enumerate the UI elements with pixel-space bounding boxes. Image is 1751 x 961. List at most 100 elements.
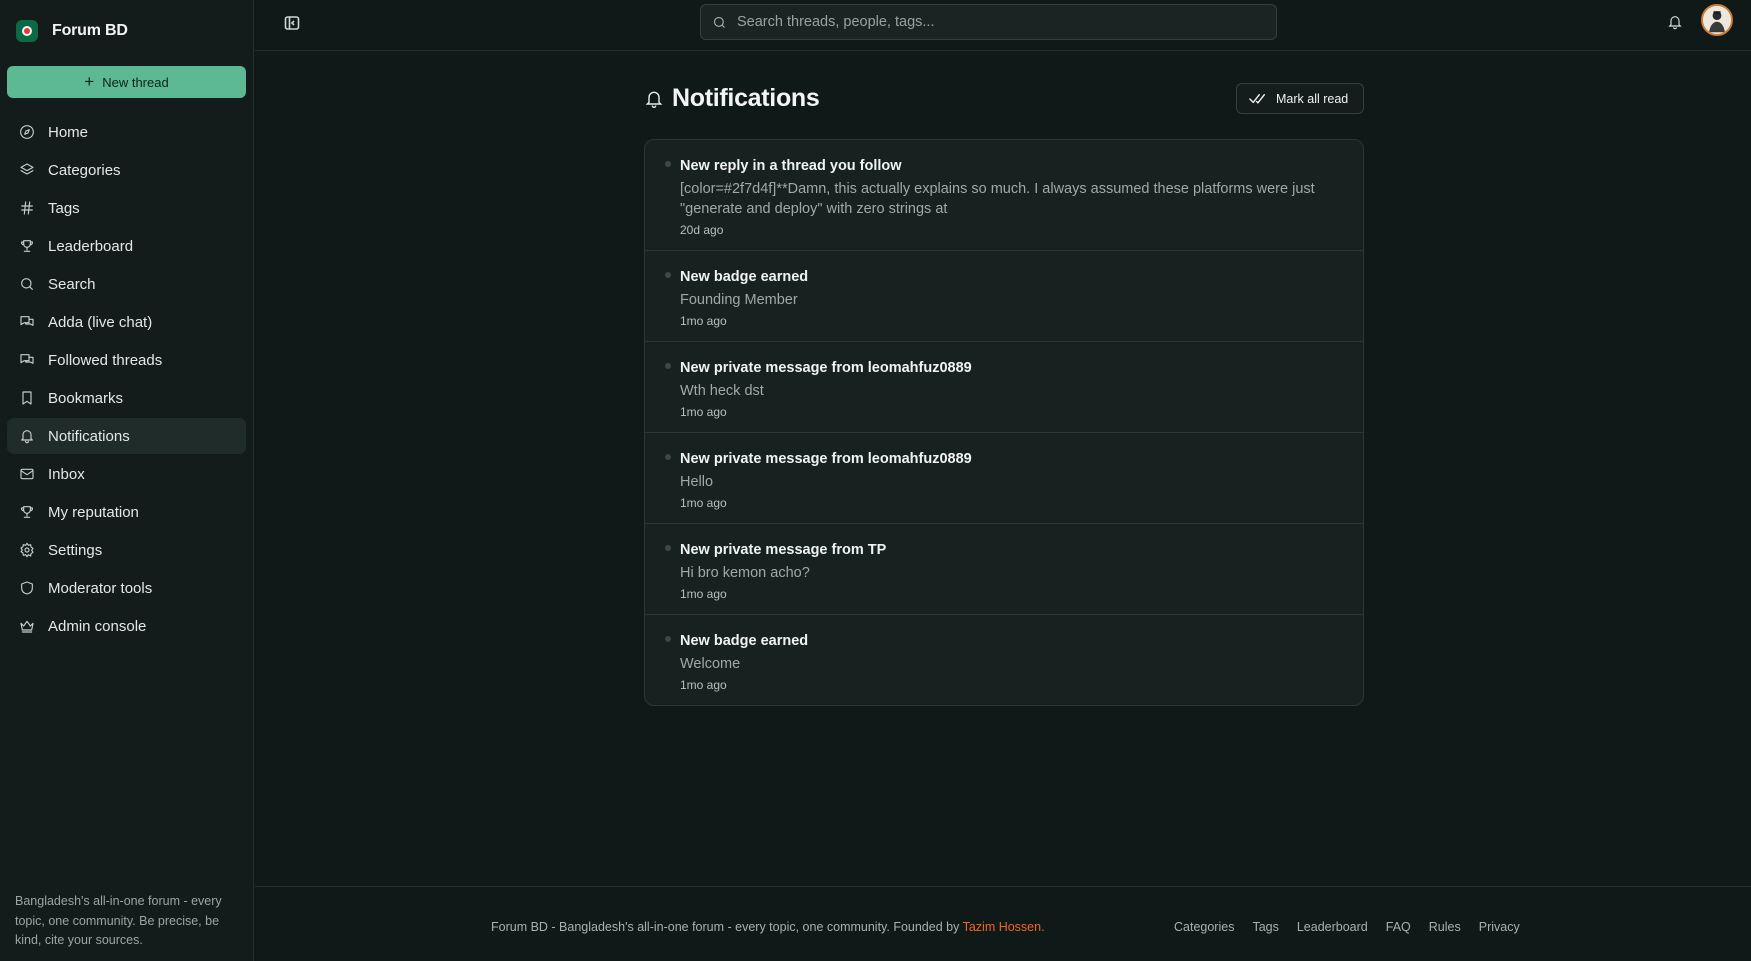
notification-item[interactable]: New private message from TP Hi bro kemon… <box>645 524 1363 615</box>
sidebar-item-settings[interactable]: Settings <box>7 532 246 568</box>
notification-body: Hello <box>680 474 714 490</box>
sidebar-item-bookmarks[interactable]: Bookmarks <box>7 380 246 416</box>
sidebar-item-label: Settings <box>48 541 103 559</box>
mail-icon <box>20 468 34 480</box>
sidebar-item-label: Categories <box>48 161 121 179</box>
sidebar-item-inbox[interactable]: Inbox <box>7 456 246 492</box>
notification-title: New reply in a thread you follow <box>680 158 902 174</box>
unread-dot-icon <box>665 454 671 460</box>
notification-item[interactable]: New badge earned Welcome 1mo ago <box>645 615 1363 705</box>
chat-icon <box>20 316 34 326</box>
notification-title: New badge earned <box>680 269 809 285</box>
notification-title: New private message from leomahfuz0889 <box>680 360 972 376</box>
new-thread-button[interactable]: + New thread <box>7 66 246 98</box>
notification-item[interactable]: New private message from leomahfuz0889 H… <box>645 433 1363 524</box>
mark-all-read-label: Mark all read <box>1276 91 1349 106</box>
search-input[interactable] <box>737 14 1257 30</box>
mark-all-read-button[interactable]: Mark all read <box>1236 83 1364 114</box>
sidebar-item-adda[interactable]: Adda (live chat) <box>7 304 246 340</box>
sidebar-item-followed-threads[interactable]: Followed threads <box>7 342 246 378</box>
bell-icon <box>1668 16 1682 30</box>
bell-icon <box>21 430 33 444</box>
sidebar-item-label: Search <box>48 275 96 293</box>
notification-item[interactable]: New badge earned Founding Member 1mo ago <box>645 251 1363 342</box>
bell-icon <box>645 91 663 108</box>
sidebar-item-label: Leaderboard <box>48 237 134 255</box>
trophy-icon <box>21 240 33 252</box>
sidebar-item-label: Bookmarks <box>48 389 124 407</box>
sidebar-item-label: Moderator tools <box>48 579 153 597</box>
sidebar-item-admin-console[interactable]: Admin console <box>7 608 246 644</box>
compass-icon <box>20 125 34 139</box>
unread-dot-icon <box>665 545 671 551</box>
footer-link-rules[interactable]: Rules <box>1429 920 1461 934</box>
hash-icon <box>21 201 33 215</box>
page-heading: Notifications <box>644 84 820 113</box>
sidebar-item-home[interactable]: Home <box>7 114 246 150</box>
notifications-button[interactable] <box>1667 14 1683 30</box>
notification-body: Founding Member <box>680 292 798 308</box>
notification-time: 20d ago <box>680 223 724 237</box>
layers-icon <box>20 163 34 175</box>
shield-icon <box>21 581 33 595</box>
founder-link[interactable]: Tazim Hossen. <box>963 920 1045 934</box>
footer-link-tags[interactable]: Tags <box>1252 920 1278 934</box>
notification-title: New badge earned <box>680 633 809 649</box>
sidebar-item-label: Inbox <box>48 465 85 483</box>
footer-link-categories[interactable]: Categories <box>1174 920 1234 934</box>
footer-link-privacy[interactable]: Privacy <box>1479 920 1520 934</box>
sidebar-item-label: Followed threads <box>48 351 163 369</box>
footer: Forum BD - Bangladesh's all-in-one forum… <box>255 886 1751 961</box>
notification-body: Hi bro kemon acho? <box>680 565 810 581</box>
notification-item[interactable]: New reply in a thread you follow [color=… <box>645 140 1363 251</box>
topbar <box>255 0 1751 51</box>
sidebar-nav: Home Categories Tags Leaderboard Search … <box>7 114 246 646</box>
sidebar-item-label: Home <box>48 123 89 141</box>
sidebar-item-label: My reputation <box>48 503 139 521</box>
notification-title: New private message from leomahfuz0889 <box>680 451 972 467</box>
sidebar-item-my-reputation[interactable]: My reputation <box>7 494 246 530</box>
trophy-icon <box>21 506 33 518</box>
sidebar-toggle-button[interactable] <box>284 15 300 31</box>
footer-description: Forum BD - Bangladesh's all-in-one forum… <box>491 920 960 934</box>
search-bar[interactable] <box>700 4 1277 40</box>
unread-dot-icon <box>665 636 671 642</box>
sidebar-item-label: Adda (live chat) <box>48 313 153 331</box>
brand[interactable]: Forum BD <box>16 20 128 42</box>
notification-body: Welcome <box>680 656 741 672</box>
chat-icon <box>20 354 34 364</box>
sidebar-item-tags[interactable]: Tags <box>7 190 246 226</box>
sidebar-item-search[interactable]: Search <box>7 266 246 302</box>
sidebar-item-notifications[interactable]: Notifications <box>7 418 246 454</box>
notification-time: 1mo ago <box>680 587 727 601</box>
user-avatar-icon <box>1703 6 1731 34</box>
new-thread-label: New thread <box>102 74 169 90</box>
plus-icon: + <box>84 71 95 91</box>
sidebar-collapse-icon <box>284 16 300 30</box>
sidebar-item-moderator-tools[interactable]: Moderator tools <box>7 570 246 606</box>
sidebar-item-leaderboard[interactable]: Leaderboard <box>7 228 246 264</box>
sidebar-item-label: Admin console <box>48 617 147 635</box>
unread-dot-icon <box>665 161 671 167</box>
sidebar-item-label: Tags <box>48 199 80 217</box>
sidebar-tagline: Bangladesh's all-in-one forum - every to… <box>15 894 222 947</box>
notification-list: New reply in a thread you follow [color=… <box>644 139 1364 706</box>
sidebar-item-categories[interactable]: Categories <box>7 152 246 188</box>
notification-item[interactable]: New private message from leomahfuz0889 W… <box>645 342 1363 433</box>
footer-link-leaderboard[interactable]: Leaderboard <box>1297 920 1368 934</box>
gear-icon <box>20 542 34 558</box>
notification-time: 1mo ago <box>680 405 727 419</box>
bookmark-icon <box>22 391 32 405</box>
footer-link-faq[interactable]: FAQ <box>1386 920 1411 934</box>
sidebar-item-label: Notifications <box>48 427 130 445</box>
page-title: Notifications <box>672 84 820 112</box>
notification-body: [color=#2f7d4f]**Damn, this actually exp… <box>680 181 1315 217</box>
unread-dot-icon <box>665 272 671 278</box>
notification-body: Wth heck dst <box>680 383 764 399</box>
avatar[interactable] <box>1701 4 1733 36</box>
notification-time: 1mo ago <box>680 678 727 692</box>
notification-time: 1mo ago <box>680 314 727 328</box>
double-check-icon <box>1249 93 1266 104</box>
brand-logo-icon <box>16 20 38 42</box>
notification-title: New private message from TP <box>680 542 887 558</box>
